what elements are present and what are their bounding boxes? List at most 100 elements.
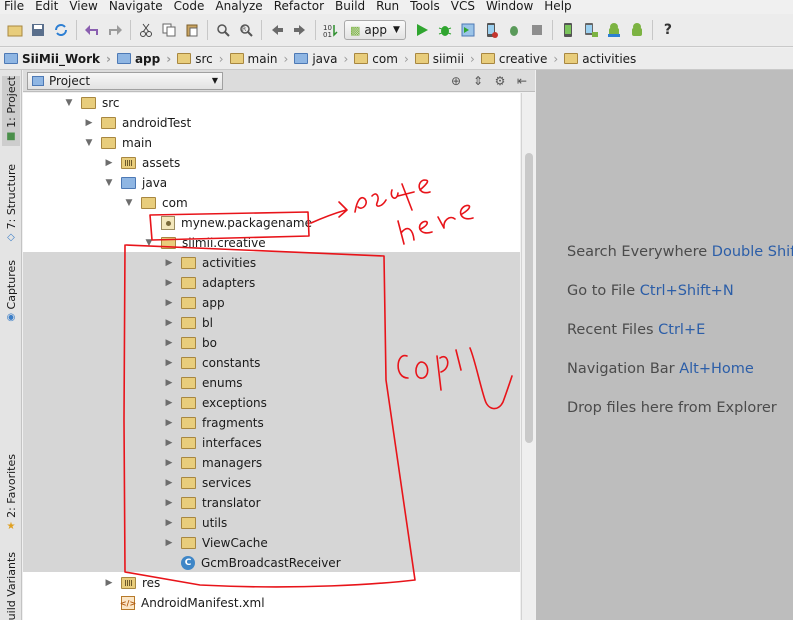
collapse-arrow-icon[interactable]: ▶	[103, 158, 115, 168]
run-icon[interactable]	[412, 20, 432, 40]
crumb-app[interactable]: app ›	[116, 48, 177, 70]
save-icon[interactable]	[28, 20, 48, 40]
tree-node-activities[interactable]: ▶ activities	[163, 253, 257, 273]
scrollbar-thumb[interactable]	[525, 153, 533, 443]
android-monitor-icon[interactable]	[627, 20, 647, 40]
menu-navigate[interactable]: Navigate	[109, 0, 163, 13]
tree-node-bl[interactable]: ▶ bl	[163, 313, 213, 333]
crumb-main[interactable]: main ›	[229, 48, 295, 70]
tree-node-managers[interactable]: ▶ managers	[163, 453, 263, 473]
menu-window[interactable]: Window	[486, 0, 533, 13]
debug-icon[interactable]	[435, 20, 455, 40]
tree-node-gcmbroadcastreceiver[interactable]: C GcmBroadcastReceiver	[163, 553, 341, 573]
collapse-arrow-icon[interactable]: ▶	[163, 538, 175, 548]
crumb-project[interactable]: SiiMii_Work ›	[4, 48, 117, 70]
paste-icon[interactable]	[182, 20, 202, 40]
make-icon[interactable]: 10 01	[321, 20, 341, 40]
tree-node-java[interactable]: ▼ java	[103, 173, 168, 193]
debug-device-icon[interactable]	[504, 20, 524, 40]
menu-analyze[interactable]: Analyze	[215, 0, 262, 13]
collapse-arrow-icon[interactable]: ▶	[163, 298, 175, 308]
project-view-select[interactable]: Project ▼	[27, 71, 223, 90]
sync-gradle-icon[interactable]	[558, 20, 578, 40]
coverage-icon[interactable]	[458, 20, 478, 40]
tree-node-com[interactable]: ▼ com	[123, 193, 188, 213]
collapse-arrow-icon[interactable]: ▶	[163, 418, 175, 428]
crumb-creative[interactable]: creative ›	[480, 48, 564, 70]
back-icon[interactable]	[267, 20, 287, 40]
tree-node-src[interactable]: ▼ src	[63, 93, 120, 113]
collapse-arrow-icon[interactable]: ▶	[83, 118, 95, 128]
collapse-arrow-icon[interactable]: ▶	[163, 438, 175, 448]
collapse-arrow-icon[interactable]: ▶	[163, 458, 175, 468]
collapse-arrow-icon[interactable]: ▶	[163, 258, 175, 268]
tree-node-bo[interactable]: ▶ bo	[163, 333, 217, 353]
tab-favorites[interactable]: 2: Favorites ★	[2, 454, 20, 534]
undo-icon[interactable]	[82, 20, 102, 40]
collapse-arrow-icon[interactable]: ▶	[163, 498, 175, 508]
collapse-arrow-icon[interactable]: ▶	[163, 358, 175, 368]
tree-node-fragments[interactable]: ▶ fragments	[163, 413, 264, 433]
menu-code[interactable]: Code	[174, 0, 205, 13]
tree-scrollbar[interactable]	[521, 93, 535, 620]
sync-icon[interactable]	[51, 20, 71, 40]
scroll-from-source-icon[interactable]: ⊕	[447, 74, 465, 88]
stop-icon[interactable]	[527, 20, 547, 40]
find-icon[interactable]	[213, 20, 233, 40]
menu-tools[interactable]: Tools	[410, 0, 440, 13]
tree-node-siimii-creative[interactable]: ▼ siimii.creative	[143, 233, 266, 253]
forward-icon[interactable]	[290, 20, 310, 40]
menu-run[interactable]: Run	[376, 0, 399, 13]
crumb-activities[interactable]: activities	[564, 48, 642, 70]
avd-icon[interactable]	[581, 20, 601, 40]
collapse-arrow-icon[interactable]: ▶	[163, 398, 175, 408]
help-icon[interactable]: ?	[658, 20, 678, 40]
collapse-arrow-icon[interactable]: ▶	[163, 478, 175, 488]
expand-arrow-icon[interactable]: ▼	[143, 238, 155, 248]
tree-node-interfaces[interactable]: ▶ interfaces	[163, 433, 262, 453]
collapse-arrow-icon[interactable]: ▶	[163, 378, 175, 388]
collapse-arrow-icon[interactable]: ▶	[163, 278, 175, 288]
tree-node-assets[interactable]: ▶ assets	[103, 153, 181, 173]
collapse-arrow-icon[interactable]: ▶	[103, 578, 115, 588]
tree-node-utils[interactable]: ▶ utils	[163, 513, 228, 533]
collapse-arrow-icon[interactable]: ▶	[163, 518, 175, 528]
cut-icon[interactable]	[136, 20, 156, 40]
tree-node-enums[interactable]: ▶ enums	[163, 373, 243, 393]
menu-build[interactable]: Build	[335, 0, 365, 13]
collapse-arrow-icon[interactable]: ▶	[163, 338, 175, 348]
crumb-src[interactable]: src ›	[177, 48, 229, 70]
tab-structure[interactable]: 7: Structure ◇	[2, 164, 20, 244]
tree-node-adapters[interactable]: ▶ adapters	[163, 273, 256, 293]
menu-view[interactable]: View	[69, 0, 97, 13]
menu-refactor[interactable]: Refactor	[274, 0, 324, 13]
tree-node-services[interactable]: ▶ services	[163, 473, 252, 493]
expand-arrow-icon[interactable]: ▼	[123, 198, 135, 208]
tree-node-manifest[interactable]: </> AndroidManifest.xml	[103, 593, 265, 613]
expand-arrow-icon[interactable]: ▼	[63, 98, 75, 108]
menu-vcs[interactable]: VCS	[451, 0, 475, 13]
tab-build-variants[interactable]: Build Variants	[2, 552, 20, 620]
tree-node-constants[interactable]: ▶ constants	[163, 353, 261, 373]
expand-arrow-icon[interactable]: ▼	[83, 138, 95, 148]
gear-icon[interactable]: ⚙	[491, 74, 509, 88]
tree-node-res[interactable]: ▶ res	[103, 573, 161, 593]
tree-node-exceptions[interactable]: ▶ exceptions	[163, 393, 267, 413]
copy-icon[interactable]	[159, 20, 179, 40]
menu-file[interactable]: File	[4, 0, 24, 13]
tree-node-mynew-packagename[interactable]: mynew.packagename	[143, 213, 312, 233]
tree-node-androidtest[interactable]: ▶ androidTest	[83, 113, 192, 133]
tree-node-translator[interactable]: ▶ translator	[163, 493, 261, 513]
crumb-java[interactable]: java ›	[294, 48, 354, 70]
expand-arrow-icon[interactable]: ▼	[103, 178, 115, 188]
menu-help[interactable]: Help	[544, 0, 571, 13]
crumb-siimii[interactable]: siimii ›	[414, 48, 481, 70]
sdk-icon[interactable]	[604, 20, 624, 40]
tree-node-viewcache[interactable]: ▶ ViewCache	[163, 533, 268, 553]
tab-captures[interactable]: Captures ◉	[2, 260, 20, 330]
run-config-select[interactable]: ▩ app ▼	[344, 20, 406, 40]
hide-panel-icon[interactable]: ⇤	[513, 74, 531, 88]
tab-project[interactable]: 1: Project ■	[2, 76, 20, 146]
tree-node-app[interactable]: ▶ app	[163, 293, 225, 313]
replace-icon[interactable]: R	[236, 20, 256, 40]
